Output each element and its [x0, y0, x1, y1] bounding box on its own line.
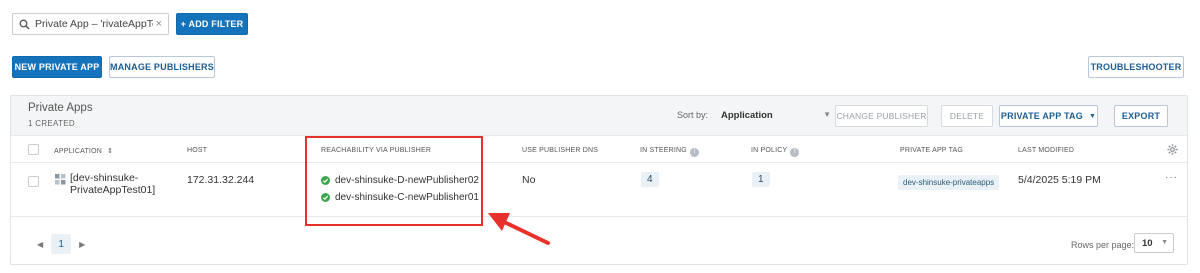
application-name[interactable]: [dev-shinsuke- PrivateAppTest01] [70, 172, 155, 196]
column-header-in-steering: IN STEERING i [640, 147, 699, 157]
panel-count: 1 CREATED [28, 119, 76, 128]
panel-title: Private Apps [28, 102, 93, 114]
sort-select[interactable]: Application ▼ [717, 104, 835, 126]
reachability-publishers: dev-shinsuke-D-newPublisher02 dev-shinsu… [321, 175, 479, 209]
close-icon[interactable]: × [156, 18, 162, 30]
in-policy-count[interactable]: 1 [752, 172, 770, 187]
pagination: ◀ 1 ▶ [37, 234, 85, 254]
info-icon[interactable]: i [689, 148, 699, 157]
column-header-in-policy: IN POLICY i [751, 147, 800, 157]
in-steering-count[interactable]: 4 [641, 172, 659, 187]
add-filter-button[interactable]: + ADD FILTER [176, 13, 248, 35]
sort-by-label: Sort by: [677, 110, 709, 120]
more-icon[interactable]: ··· [1165, 172, 1178, 183]
rows-per-page-select[interactable]: 10 ▼ [1134, 233, 1174, 253]
private-app-tag-chip: dev-shinsuke-privateapps [898, 175, 1000, 190]
table-header: APPLICATION ⇕ HOST REACHABILITY VIA PUBL… [11, 137, 1187, 163]
chevron-down-icon: ▼ [1161, 239, 1168, 246]
column-header-host: HOST [187, 147, 208, 154]
export-button[interactable]: EXPORT [1114, 105, 1168, 127]
host-value: 172.31.32.244 [187, 174, 255, 186]
column-header-private-app-tag: PRIVATE APP TAG [900, 147, 964, 154]
manage-publishers-button[interactable]: MANAGE PUBLISHERS [109, 56, 215, 78]
table-row[interactable]: [dev-shinsuke- PrivateAppTest01] 172.31.… [11, 164, 1187, 217]
private-apps-panel: Private Apps 1 CREATED Sort by: Applicat… [10, 95, 1188, 265]
publisher-item: dev-shinsuke-C-newPublisher01 [321, 192, 479, 203]
private-app-tag-button[interactable]: PRIVATE APP TAG ▼ [999, 105, 1098, 127]
filter-chip-label: Private App – 'rivateAppTest01] [35, 18, 153, 30]
last-modified-value: 5/4/2025 5:19 PM [1018, 174, 1101, 186]
use-publisher-dns-value: No [522, 174, 536, 186]
chevron-down-icon: ▼ [823, 110, 831, 119]
check-circle-icon [321, 176, 330, 185]
row-checkbox[interactable] [28, 176, 39, 187]
chevron-left-icon[interactable]: ◀ [37, 240, 43, 249]
app-grid-icon [55, 174, 66, 188]
sort-icon: ⇕ [107, 148, 114, 155]
publisher-name: dev-shinsuke-D-newPublisher02 [335, 175, 479, 186]
private-app-tag-button-label: PRIVATE APP TAG [1000, 111, 1083, 121]
panel-header: Private Apps 1 CREATED Sort by: Applicat… [11, 96, 1187, 136]
column-header-last-modified: LAST MODIFIED [1018, 147, 1075, 154]
info-icon[interactable]: i [790, 148, 800, 157]
rows-per-page-label: Rows per page: [1071, 240, 1135, 250]
publisher-name: dev-shinsuke-C-newPublisher01 [335, 192, 479, 203]
new-private-app-button[interactable]: NEW PRIVATE APP [12, 56, 102, 78]
search-icon [19, 18, 31, 30]
sort-select-value: Application [721, 109, 773, 121]
check-circle-icon [321, 193, 330, 202]
delete-button[interactable]: DELETE [941, 105, 993, 127]
settings-gear-icon[interactable] [1167, 144, 1178, 157]
chevron-right-icon[interactable]: ▶ [79, 240, 85, 249]
page-number[interactable]: 1 [51, 234, 72, 254]
select-all-checkbox[interactable] [28, 144, 39, 155]
column-header-use-publisher-dns: USE PUBLISHER DNS [522, 147, 599, 154]
rows-per-page-value: 10 [1142, 237, 1153, 249]
change-publisher-button[interactable]: CHANGE PUBLISHER [835, 105, 928, 127]
column-header-application[interactable]: APPLICATION ⇕ [54, 147, 113, 155]
column-header-reachability: REACHABILITY VIA PUBLISHER [321, 147, 432, 154]
publisher-item: dev-shinsuke-D-newPublisher02 [321, 175, 479, 186]
filter-chip[interactable]: Private App – 'rivateAppTest01] × [12, 13, 169, 35]
troubleshooter-button[interactable]: TROUBLESHOOTER [1088, 56, 1184, 78]
chevron-down-icon: ▼ [1088, 112, 1097, 120]
